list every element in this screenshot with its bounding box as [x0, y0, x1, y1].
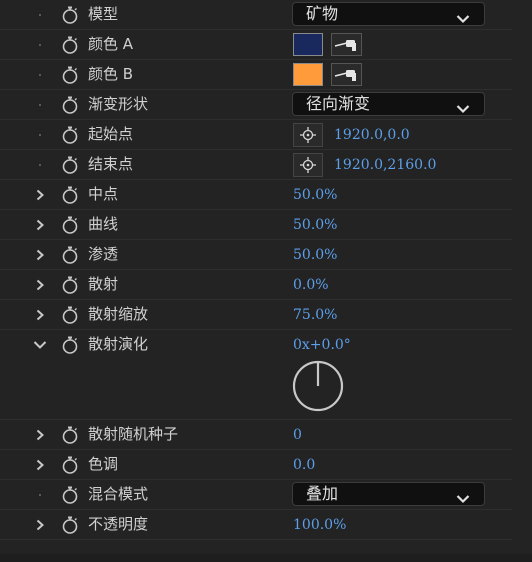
stopwatch-icon[interactable] [60, 35, 80, 55]
opacity-value[interactable]: 100.0% [293, 510, 346, 540]
twirl-closed-icon[interactable] [31, 210, 49, 240]
row-bullet-icon [31, 60, 49, 90]
row-bullet-icon [31, 150, 49, 180]
curve-value[interactable]: 50.0% [293, 210, 337, 240]
midpoint-value[interactable]: 50.0% [293, 180, 337, 210]
property-label: 渐变形状 [88, 95, 149, 113]
stopwatch-icon[interactable] [60, 305, 80, 325]
stopwatch-icon[interactable] [60, 65, 80, 85]
effect-controls-panel: 模型 矿物颜色 A 颜色 B 渐变形状 径向渐变起始点 1920.0,0.0 结束点 1920… [0, 0, 532, 562]
property-row-hue[interactable]: 色调 0.0 [0, 450, 512, 480]
property-row-scatter[interactable]: 散射 0.0% [0, 270, 512, 300]
twirl-closed-icon[interactable] [31, 300, 49, 330]
property-label: 颜色 B [88, 65, 134, 83]
property-row-scatter-scale[interactable]: 散射缩放 75.0% [0, 300, 512, 330]
property-row-midpoint[interactable]: 中点 50.0% [0, 180, 512, 210]
twirl-closed-icon[interactable] [31, 510, 49, 540]
stopwatch-icon[interactable] [60, 95, 80, 115]
property-row-end-point[interactable]: 结束点 1920.0,2160.0 [0, 150, 512, 180]
stopwatch-icon[interactable] [60, 5, 80, 25]
dropdown-selected-value: 叠加 [306, 484, 339, 503]
crosshair-icon[interactable] [293, 123, 323, 147]
twirl-closed-icon[interactable] [31, 450, 49, 480]
scatter-seed-value[interactable]: 0 [293, 420, 302, 450]
scatter-scale-value[interactable]: 75.0% [293, 300, 337, 330]
property-label: 混合模式 [88, 485, 149, 503]
property-label: 渗透 [88, 245, 119, 263]
property-label: 中点 [88, 185, 119, 203]
stopwatch-icon[interactable] [60, 485, 80, 505]
model-dropdown[interactable]: 矿物 [292, 2, 485, 26]
property-label: 散射演化 [88, 335, 149, 353]
twirl-open-icon[interactable] [31, 330, 49, 360]
scatter-value[interactable]: 0.0% [293, 270, 329, 300]
property-row-curve[interactable]: 曲线 50.0% [0, 210, 512, 240]
chevron-down-icon [456, 489, 470, 508]
crosshair-icon[interactable] [293, 153, 323, 177]
row-bullet-icon [31, 120, 49, 150]
property-label: 散射 [88, 275, 119, 293]
panel-right-edge [512, 0, 532, 562]
penetration-value[interactable]: 50.0% [293, 240, 337, 270]
property-row-opacity[interactable]: 不透明度 100.0% [0, 510, 512, 540]
stopwatch-icon[interactable] [60, 425, 80, 445]
property-label: 结束点 [88, 155, 134, 173]
scatter-evolution-value[interactable]: 0x+0.0° [293, 330, 351, 360]
property-label: 色调 [88, 455, 119, 473]
dropdown-selected-value: 径向渐变 [306, 94, 371, 113]
stopwatch-icon[interactable] [60, 125, 80, 145]
row-bullet-icon [31, 480, 49, 510]
color-b-swatch[interactable] [293, 63, 323, 86]
twirl-closed-icon[interactable] [31, 270, 49, 300]
property-label: 模型 [88, 5, 119, 23]
property-label: 散射随机种子 [88, 425, 179, 443]
angle-dial[interactable] [292, 360, 344, 416]
twirl-closed-icon[interactable] [31, 420, 49, 450]
property-row-scatter-evolution[interactable]: 散射演化 0x+0.0° [0, 330, 512, 420]
hue-value[interactable]: 0.0 [293, 450, 315, 480]
property-row-color-b[interactable]: 颜色 B [0, 60, 512, 90]
eyedropper-icon[interactable] [331, 33, 362, 56]
twirl-closed-icon[interactable] [31, 240, 49, 270]
property-label: 起始点 [88, 125, 134, 143]
chevron-down-icon [456, 99, 470, 118]
property-row-blend-mode[interactable]: 混合模式 叠加 [0, 480, 512, 510]
stopwatch-icon[interactable] [60, 245, 80, 265]
row-bullet-icon [31, 90, 49, 120]
property-label: 颜色 A [88, 35, 134, 53]
stopwatch-icon[interactable] [60, 515, 80, 535]
panel-bottom-edge [0, 554, 532, 562]
property-label: 散射缩放 [88, 305, 149, 323]
property-label: 曲线 [88, 215, 119, 233]
gradient-shape-dropdown[interactable]: 径向渐变 [292, 92, 485, 116]
property-label: 不透明度 [88, 515, 149, 533]
blend-mode-dropdown[interactable]: 叠加 [292, 482, 485, 506]
twirl-closed-icon[interactable] [31, 180, 49, 210]
start-point-value[interactable]: 1920.0,0.0 [334, 120, 410, 150]
property-row-gradient-shape[interactable]: 渐变形状 径向渐变 [0, 90, 512, 120]
property-row-model[interactable]: 模型 矿物 [0, 0, 512, 30]
stopwatch-icon[interactable] [60, 215, 80, 235]
property-row-penetration[interactable]: 渗透 50.0% [0, 240, 512, 270]
color-a-swatch[interactable] [293, 33, 323, 56]
chevron-down-icon [456, 9, 470, 28]
property-row-start-point[interactable]: 起始点 1920.0,0.0 [0, 120, 512, 150]
stopwatch-icon[interactable] [60, 275, 80, 295]
stopwatch-icon[interactable] [60, 335, 80, 355]
stopwatch-icon[interactable] [60, 455, 80, 475]
stopwatch-icon[interactable] [60, 155, 80, 175]
property-row-scatter-seed[interactable]: 散射随机种子 0 [0, 420, 512, 450]
dropdown-selected-value: 矿物 [306, 4, 339, 23]
eyedropper-icon[interactable] [331, 63, 362, 86]
property-row-color-a[interactable]: 颜色 A [0, 30, 512, 60]
end-point-value[interactable]: 1920.0,2160.0 [334, 150, 436, 180]
stopwatch-icon[interactable] [60, 185, 80, 205]
row-bullet-icon [31, 0, 49, 30]
row-bullet-icon [31, 30, 49, 60]
